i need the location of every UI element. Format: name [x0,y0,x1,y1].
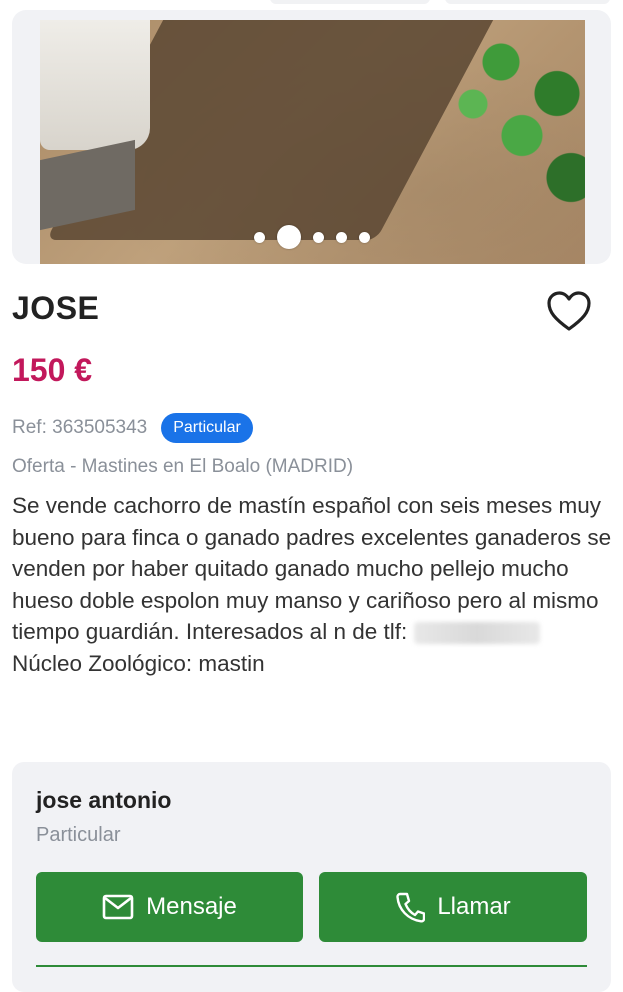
call-button[interactable]: Llamar [319,872,587,942]
seller-name: jose antonio [36,787,172,813]
gallery-pagination [12,225,611,249]
reference-row: Ref: 363505343 Particular [12,413,253,443]
call-button-label: Llamar [437,893,511,920]
top-bar-pill [445,0,610,4]
message-button-label: Mensaje [146,893,237,920]
top-bar-pill [270,0,430,4]
image-gallery[interactable] [12,10,611,264]
photo-plant [445,20,585,230]
blurred-phone-number [413,622,540,645]
card-bottom-divider [36,965,587,967]
description-text-end: Núcleo Zoológico: mastin [12,650,265,676]
listing-price: 150 € [12,352,93,388]
pagination-dot-active[interactable] [276,225,301,249]
reference-number: Ref: 363505343 [12,417,148,438]
pagination-dot[interactable] [335,231,347,243]
seller-card: jose antonio Particular Mensaje Llamar [12,762,611,992]
pagination-dot[interactable] [358,231,370,243]
favorite-button[interactable] [545,289,593,333]
pagination-dot[interactable] [253,231,265,243]
listing-category[interactable]: Oferta - Mastines en El Boalo (MADRID) [12,456,353,478]
message-button[interactable]: Mensaje [36,872,303,942]
seller-type-badge: Particular [161,413,253,443]
listing-description: Se vende cachorro de mastín español con … [12,490,612,679]
top-bar-remnant [0,0,623,4]
pagination-dot[interactable] [312,231,324,243]
heart-outline-icon [547,291,591,331]
photo-bucket [40,20,150,150]
listing-title: JOSE [12,290,100,326]
phone-icon [396,892,426,923]
envelope-icon [102,894,134,920]
seller-type: Particular [36,824,121,846]
